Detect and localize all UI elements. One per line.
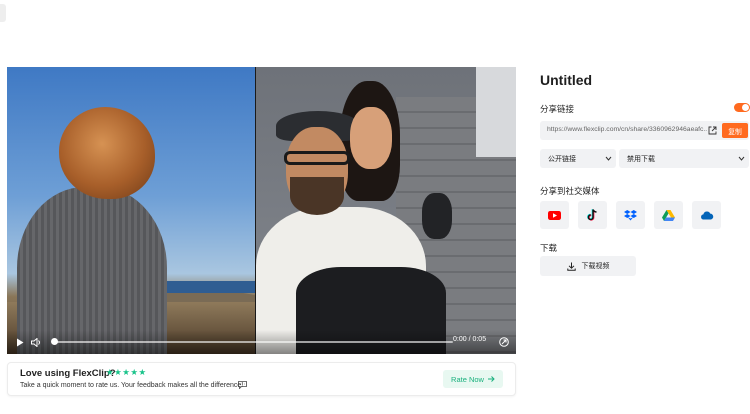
chevron-down-icon xyxy=(738,156,745,161)
video-frame-right xyxy=(256,67,516,354)
chat-icon xyxy=(238,381,247,389)
google-drive-icon xyxy=(662,209,675,221)
fullscreen-icon xyxy=(499,337,509,347)
download-video-button[interactable]: 下载视频 xyxy=(540,256,636,276)
google-drive-share-button[interactable] xyxy=(654,201,683,229)
download-video-label: 下载视频 xyxy=(581,263,610,270)
rate-now-button[interactable]: Rate Now xyxy=(443,370,503,388)
external-link-icon[interactable] xyxy=(708,126,717,135)
volume-button[interactable] xyxy=(29,335,43,349)
download-label: 下载 xyxy=(540,243,558,253)
download-permission-value: 禁用下载 xyxy=(627,155,655,163)
time-display: 0:00 / 0:05 xyxy=(453,336,487,343)
rating-banner: Love using FlexClip? ★★★★★ Take a quick … xyxy=(7,362,516,396)
social-share-label: 分享到社交媒体 xyxy=(540,186,600,196)
dropbox-icon xyxy=(624,209,637,220)
share-link-field[interactable]: https://www.flexclip.com/cn/share/336096… xyxy=(540,121,749,140)
edge-tab[interactable] xyxy=(0,4,6,22)
share-link-toggle[interactable] xyxy=(734,103,750,112)
onedrive-share-button[interactable] xyxy=(692,201,721,229)
play-button[interactable] xyxy=(13,335,27,349)
star-rating: ★★★★★ xyxy=(106,367,147,377)
share-link-label: 分享链接 xyxy=(540,104,575,114)
visibility-select[interactable]: 公开链接 xyxy=(540,149,616,168)
youtube-icon xyxy=(548,210,561,220)
download-permission-select[interactable]: 禁用下载 xyxy=(619,149,749,168)
player-controls: 0:00 / 0:05 xyxy=(7,330,516,354)
play-icon xyxy=(17,338,24,346)
arrow-right-icon xyxy=(487,376,495,382)
copy-button[interactable]: 复制 xyxy=(722,123,748,138)
progress-handle[interactable] xyxy=(51,338,58,345)
rating-subtitle: Take a quick moment to rate us. Your fee… xyxy=(20,382,244,389)
project-title: Untitled xyxy=(540,72,593,88)
download-icon xyxy=(566,262,576,271)
volume-icon xyxy=(30,337,40,347)
video-player[interactable]: 0:00 / 0:05 xyxy=(7,67,516,354)
fullscreen-button[interactable] xyxy=(497,335,511,349)
video-frame-left xyxy=(7,67,267,354)
tiktok-share-button[interactable] xyxy=(578,201,607,229)
onedrive-icon xyxy=(700,211,713,219)
share-link-url: https://www.flexclip.com/cn/share/336096… xyxy=(547,126,707,133)
tiktok-icon xyxy=(587,209,597,221)
visibility-value: 公开链接 xyxy=(548,155,576,163)
youtube-share-button[interactable] xyxy=(540,201,569,229)
chevron-down-icon xyxy=(605,156,612,161)
rate-now-label: Rate Now xyxy=(451,374,484,384)
rating-title: Love using FlexClip? xyxy=(20,368,116,379)
progress-track[interactable] xyxy=(53,341,453,343)
dropbox-share-button[interactable] xyxy=(616,201,645,229)
